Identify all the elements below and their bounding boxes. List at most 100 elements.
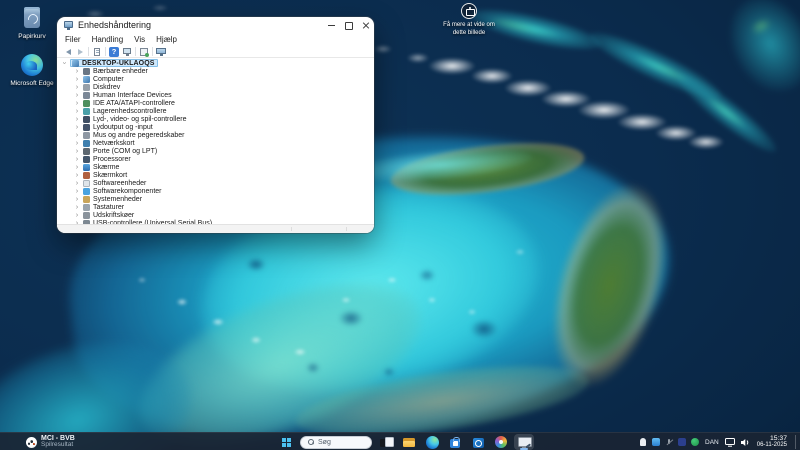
window-control-button[interactable] xyxy=(323,17,340,33)
tree-item[interactable]: Softwarekomponenter xyxy=(57,187,374,195)
taskbar-app[interactable] xyxy=(514,434,534,450)
tree-root-node[interactable]: DESKTOP-UKLAOQS xyxy=(57,59,374,67)
monitor-icon xyxy=(83,164,90,171)
tree-item[interactable]: Lydoutput og -input xyxy=(57,123,374,131)
properties-icon[interactable] xyxy=(122,47,132,57)
selected-node[interactable]: DESKTOP-UKLAOQS xyxy=(70,59,158,67)
tree-item-label: IDE ATA/ATAPI-controllere xyxy=(93,100,175,107)
taskbar-app[interactable] xyxy=(445,434,465,450)
tree-item-label: Bærbare enheder xyxy=(93,68,148,75)
tree-item[interactable]: Processorer xyxy=(57,155,374,163)
portable-devices-icon xyxy=(83,68,90,75)
spotlight-caption: Få mere at vide om dette billede xyxy=(423,22,515,37)
widgets-button[interactable]: MCI - BVB Spilresultat xyxy=(22,433,79,450)
taskbar-app[interactable] xyxy=(491,434,511,450)
tree-item[interactable]: Human Interface Devices xyxy=(57,91,374,99)
tree-item-label: Lagerenhedscontrollere xyxy=(93,108,167,115)
taskbar-app[interactable] xyxy=(399,434,419,450)
tree-item-label: Lydoutput og -input xyxy=(93,124,153,131)
menu-item[interactable]: Handling xyxy=(92,35,124,44)
tree-item[interactable]: Diskdrev xyxy=(57,83,374,91)
computer-tool-icon[interactable] xyxy=(156,47,166,57)
menu-item[interactable]: Filer xyxy=(65,35,81,44)
tree-item-label: Computer xyxy=(93,76,124,83)
menu-item[interactable]: Hjælp xyxy=(156,35,177,44)
tree-item-label: Porte (COM og LPT) xyxy=(93,148,157,155)
window-control-button[interactable] xyxy=(357,17,374,33)
tree-item[interactable]: IDE ATA/ATAPI-controllere xyxy=(57,99,374,107)
tree-item[interactable]: Systemenheder xyxy=(57,195,374,203)
ide-controller-icon xyxy=(83,100,90,107)
network-icon[interactable] xyxy=(725,438,735,447)
help-icon[interactable] xyxy=(109,47,119,57)
app-blue-icon[interactable] xyxy=(652,438,660,446)
football-icon xyxy=(26,437,37,448)
back-icon[interactable] xyxy=(62,47,72,57)
console-tree-icon[interactable] xyxy=(92,47,102,57)
chevron-expanded-icon[interactable] xyxy=(61,59,67,67)
forward-icon[interactable] xyxy=(75,47,85,57)
taskbar-app[interactable] xyxy=(376,434,396,450)
task-view-icon xyxy=(379,436,393,449)
tree-item-label: Softwarekomponenter xyxy=(93,188,161,195)
show-desktop-button[interactable] xyxy=(795,435,797,449)
desktop-icon[interactable]: Papirkurv xyxy=(5,5,59,40)
print-queue-icon xyxy=(83,212,90,219)
processor-icon xyxy=(83,156,90,163)
language-indicator[interactable]: DAN xyxy=(704,439,720,446)
tree-item[interactable]: Udskriftskøer xyxy=(57,211,374,219)
tree-item[interactable]: Skærmkort xyxy=(57,171,374,179)
taskbar-app[interactable] xyxy=(468,434,488,450)
network-adapter-icon xyxy=(83,140,90,147)
tree-item[interactable]: Porte (COM og LPT) xyxy=(57,147,374,155)
sep-icon[interactable] xyxy=(135,47,136,56)
spotlight-camera-icon[interactable] xyxy=(461,3,477,19)
mic-muted-icon[interactable] xyxy=(665,438,673,446)
desktop-icon[interactable]: Microsoft Edge xyxy=(5,52,59,87)
tree-item[interactable]: Mus og andre pegeredskaber xyxy=(57,131,374,139)
sep-icon[interactable] xyxy=(152,47,153,56)
desktop-icon-label: Papirkurv xyxy=(5,33,59,40)
tree-item[interactable]: Lyd-, video- og spil-controllere xyxy=(57,115,374,123)
desktop: Få mere at vide om dette billede Papirku… xyxy=(0,0,800,450)
toolbar xyxy=(57,46,374,58)
tree-item[interactable]: Netværkskort xyxy=(57,139,374,147)
tree-item-label: Tastaturer xyxy=(93,204,124,211)
scan-icon[interactable] xyxy=(139,47,149,57)
menu-item[interactable]: Vis xyxy=(134,35,145,44)
tree-item-label: Diskdrev xyxy=(93,84,120,91)
device-manager-app-icon xyxy=(64,21,73,30)
sep-icon[interactable] xyxy=(105,47,106,56)
tree-item[interactable]: Bærbare enheder xyxy=(57,67,374,75)
volume-icon[interactable] xyxy=(740,438,750,447)
window-control-button[interactable] xyxy=(340,17,357,33)
app-white-icon[interactable] xyxy=(639,438,647,446)
audio-endpoint-icon xyxy=(83,124,90,131)
sep-icon[interactable] xyxy=(88,47,89,56)
status-bar xyxy=(57,224,374,233)
window-titlebar[interactable]: Enhedshåndtering xyxy=(57,17,374,33)
software-device-icon xyxy=(83,180,90,187)
tree-item-label: Udskriftskøer xyxy=(93,212,134,219)
tree-item-label: Softwareenheder xyxy=(93,180,146,187)
spotlight-learn-more[interactable]: Få mere at vide om dette billede xyxy=(423,3,515,37)
widget-text: MCI - BVB Spilresultat xyxy=(41,435,75,449)
start-button[interactable] xyxy=(276,434,296,450)
tree-item[interactable]: Computer xyxy=(57,75,374,83)
app-green-icon[interactable] xyxy=(691,438,699,446)
tree-item-label: Systemenheder xyxy=(93,196,142,203)
app-navy-icon[interactable] xyxy=(678,438,686,446)
file-explorer-icon xyxy=(402,436,416,449)
tree-item[interactable]: Lagerenhedscontrollere xyxy=(57,107,374,115)
taskbar-app[interactable] xyxy=(422,434,442,450)
tree-item[interactable]: Skærme xyxy=(57,163,374,171)
taskbar-search[interactable]: Søg xyxy=(300,436,372,449)
clock[interactable]: 15:37 06-11-2025 xyxy=(757,435,787,450)
tree-item[interactable]: Softwareenheder xyxy=(57,179,374,187)
disk-drive-icon xyxy=(83,84,90,91)
tree-item-label: Skærme xyxy=(93,164,119,171)
window-controls xyxy=(323,17,374,33)
tree-item-label: Human Interface Devices xyxy=(93,92,172,99)
device-manager-icon xyxy=(517,436,531,449)
tree-item[interactable]: Tastaturer xyxy=(57,203,374,211)
